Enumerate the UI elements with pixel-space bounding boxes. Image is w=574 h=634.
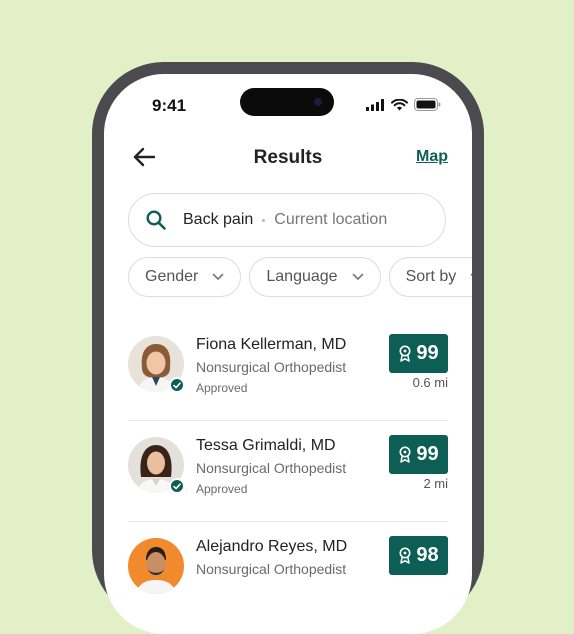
check-icon: [173, 482, 181, 489]
doctor-status: Approved: [196, 381, 248, 395]
status-time: 9:41: [152, 96, 187, 115]
verified-badge: [169, 377, 185, 393]
award-ribbon-icon: [399, 446, 411, 463]
distance: 2 mi: [423, 476, 448, 491]
score-badge[interactable]: 98: [389, 536, 448, 575]
dynamic-island: [240, 88, 334, 116]
check-icon: [173, 381, 181, 388]
top-navigation-bar: Results Map: [104, 142, 472, 174]
verified-badge: [169, 478, 185, 494]
score-value: 99: [416, 443, 439, 465]
cellular-signal-icon: [366, 98, 384, 111]
separator-dot: [262, 218, 266, 222]
doctor-name: Fiona Kellerman, MD: [196, 336, 347, 353]
score-badge[interactable]: 99: [389, 435, 448, 474]
filter-label: Gender: [145, 268, 199, 285]
avatar-container: [128, 336, 185, 393]
score-value: 99: [416, 342, 439, 364]
doctor-result-row[interactable]: Fiona Kellerman, MD Nonsurgical Orthoped…: [128, 334, 448, 420]
filter-gender[interactable]: Gender: [128, 257, 242, 297]
search-bar[interactable]: Back pain Current location: [128, 193, 446, 247]
score-value: 98: [416, 544, 439, 566]
doctor-name: Tessa Grimaldi, MD: [196, 437, 336, 454]
avatar: [128, 538, 184, 594]
filter-sort-by[interactable]: Sort by: [388, 257, 472, 297]
filter-chips: Gender Language Sort by: [128, 257, 472, 297]
search-icon: [146, 210, 166, 230]
search-query: Back pain: [183, 211, 254, 228]
filter-language[interactable]: Language: [249, 257, 381, 297]
doctor-result-row[interactable]: Alejandro Reyes, MD Nonsurgical Orthoped…: [128, 521, 448, 622]
filter-label: Sort by: [405, 268, 457, 285]
doctor-result-row[interactable]: Tessa Grimaldi, MD Nonsurgical Orthopedi…: [128, 420, 448, 521]
chevron-down-icon: [213, 273, 224, 280]
avatar-container: [128, 538, 184, 594]
chevron-down-icon: [470, 273, 472, 276]
results-list: Fiona Kellerman, MD Nonsurgical Orthoped…: [128, 334, 448, 622]
wifi-icon: [391, 98, 408, 110]
search-location: Current location: [274, 211, 388, 228]
doctor-specialty: Nonsurgical Orthopedist: [196, 359, 347, 375]
chevron-down-icon: [352, 273, 363, 280]
award-ribbon-icon: [399, 547, 411, 564]
avatar-container: [128, 437, 185, 494]
battery-icon: [414, 98, 441, 111]
doctor-name: Alejandro Reyes, MD: [196, 538, 348, 555]
phone-screen: 9:41 Results Map Back pain Current locat…: [104, 74, 472, 634]
status-icons: [366, 98, 441, 111]
map-link[interactable]: Map: [416, 148, 448, 166]
filter-label: Language: [266, 268, 338, 285]
score-badge[interactable]: 99: [389, 334, 448, 373]
award-ribbon-icon: [399, 345, 411, 362]
doctor-status: Approved: [196, 482, 248, 496]
doctor-specialty: Nonsurgical Orthopedist: [196, 561, 347, 577]
distance: 0.6 mi: [412, 375, 448, 390]
doctor-specialty: Nonsurgical Orthopedist: [196, 460, 347, 476]
